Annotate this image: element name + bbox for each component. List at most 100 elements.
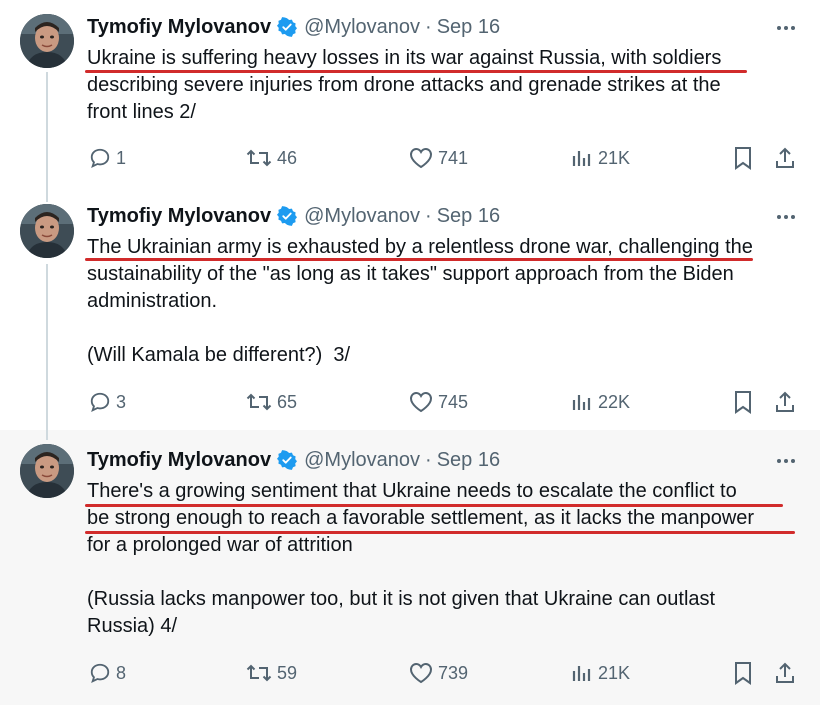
repost-icon [246, 147, 272, 169]
share-button[interactable] [774, 388, 796, 416]
reply-button[interactable]: 3 [89, 388, 126, 416]
heart-icon [409, 147, 433, 169]
like-button[interactable]: 739 [409, 659, 468, 687]
like-count: 741 [438, 147, 469, 168]
tweet-date[interactable]: Sep 16 [437, 205, 500, 228]
tweet-3[interactable]: Tymofiy Mylovanov @Mylovanov · Sep 16 Th… [0, 430, 820, 705]
reply-button[interactable]: 1 [89, 144, 126, 172]
verified-badge-icon [277, 206, 298, 226]
action-bar: 8 59 739 21K [0, 659, 820, 687]
bookmark-icon [733, 661, 753, 685]
tweet-line: administration. [87, 290, 218, 312]
share-button[interactable] [774, 659, 796, 687]
verified-badge-icon [277, 450, 298, 470]
share-icon [774, 390, 796, 414]
reply-icon [89, 662, 111, 684]
like-count: 739 [438, 662, 469, 683]
bookmark-icon [733, 390, 753, 414]
highlight-underline [85, 258, 753, 261]
thread-line [46, 430, 48, 440]
more-icon[interactable] [774, 205, 798, 229]
repost-icon [246, 662, 272, 684]
tweet-text: Ukraine is suffering heavy losses in its… [87, 45, 802, 126]
reply-icon [89, 147, 111, 169]
like-button[interactable]: 745 [409, 388, 468, 416]
repost-count: 46 [277, 147, 298, 168]
views-icon [571, 391, 593, 413]
heart-icon [409, 391, 433, 413]
share-button[interactable] [774, 144, 796, 172]
separator-dot: · [425, 204, 432, 227]
separator-dot: · [425, 448, 432, 471]
avatar[interactable] [20, 444, 74, 498]
tweet-1[interactable]: Tymofiy Mylovanov @Mylovanov · Sep 16 Uk… [0, 0, 820, 192]
author-name[interactable]: Tymofiy Mylovanov [87, 449, 271, 472]
more-icon[interactable] [774, 16, 798, 40]
views-button[interactable]: 22K [571, 388, 630, 416]
repost-count: 59 [277, 662, 298, 683]
heart-icon [409, 662, 433, 684]
tweet-text: The Ukrainian army is exhausted by a rel… [87, 234, 802, 369]
bookmark-button[interactable] [733, 659, 753, 687]
thread-line [46, 192, 48, 202]
bookmark-button[interactable] [733, 388, 753, 416]
like-button[interactable]: 741 [409, 144, 468, 172]
tweet-line: front lines 2/ [87, 101, 196, 123]
repost-button[interactable]: 46 [246, 144, 297, 172]
action-bar: 1 46 741 21K [0, 144, 820, 172]
reply-count: 8 [116, 662, 127, 683]
repost-button[interactable]: 59 [246, 659, 297, 687]
tweet-line: (Will Kamala be different?) 3/ [87, 344, 351, 366]
action-bar: 3 65 745 22K [0, 388, 820, 416]
bookmark-icon [733, 146, 753, 170]
avatar[interactable] [20, 204, 74, 258]
tweet-2[interactable]: Tymofiy Mylovanov @Mylovanov · Sep 16 Th… [0, 192, 820, 430]
repost-button[interactable]: 65 [246, 388, 297, 416]
views-icon [571, 147, 593, 169]
tweet-line: (Russia lacks manpower too, but it is no… [87, 588, 716, 610]
tweet-line: describing severe injuries from drone at… [87, 74, 721, 96]
tweet-header: Tymofiy Mylovanov @Mylovanov · Sep 16 [87, 14, 500, 40]
views-count: 21K [598, 147, 631, 168]
repost-icon [246, 391, 272, 413]
bookmark-button[interactable] [733, 144, 753, 172]
avatar[interactable] [20, 14, 74, 68]
tweet-line: Russia) 4/ [87, 615, 178, 637]
views-button[interactable]: 21K [571, 144, 630, 172]
views-count: 22K [598, 391, 631, 412]
tweet-line: There's a growing sentiment that Ukraine… [87, 480, 737, 502]
tweet-date[interactable]: Sep 16 [437, 449, 500, 472]
reply-count: 1 [116, 147, 127, 168]
views-icon [571, 662, 593, 684]
repost-count: 65 [277, 391, 298, 412]
reply-button[interactable]: 8 [89, 659, 126, 687]
highlight-underline [85, 504, 783, 507]
author-name[interactable]: Tymofiy Mylovanov [87, 16, 271, 39]
tweet-line: be strong enough to reach a favorable se… [87, 507, 755, 529]
views-count: 21K [598, 662, 631, 683]
author-name[interactable]: Tymofiy Mylovanov [87, 205, 271, 228]
tweet-line: The Ukrainian army is exhausted by a rel… [87, 236, 753, 258]
share-icon [774, 661, 796, 685]
author-handle[interactable]: @Mylovanov [304, 449, 420, 472]
highlight-underline [85, 531, 795, 534]
tweet-line: Ukraine is suffering heavy losses in its… [87, 47, 722, 69]
more-icon[interactable] [774, 449, 798, 473]
tweet-header: Tymofiy Mylovanov @Mylovanov · Sep 16 [87, 447, 500, 473]
tweet-line: sustainability of the "as long as it tak… [87, 263, 734, 285]
author-handle[interactable]: @Mylovanov [304, 205, 420, 228]
author-handle[interactable]: @Mylovanov [304, 16, 420, 39]
tweet-line: for a prolonged war of attrition [87, 534, 353, 556]
tweet-date[interactable]: Sep 16 [437, 16, 500, 39]
views-button[interactable]: 21K [571, 659, 630, 687]
reply-count: 3 [116, 391, 127, 412]
highlight-underline [85, 70, 747, 73]
like-count: 745 [438, 391, 469, 412]
thread-line [46, 72, 48, 192]
share-icon [774, 146, 796, 170]
reply-icon [89, 391, 111, 413]
tweet-header: Tymofiy Mylovanov @Mylovanov · Sep 16 [87, 203, 500, 229]
separator-dot: · [425, 15, 432, 38]
